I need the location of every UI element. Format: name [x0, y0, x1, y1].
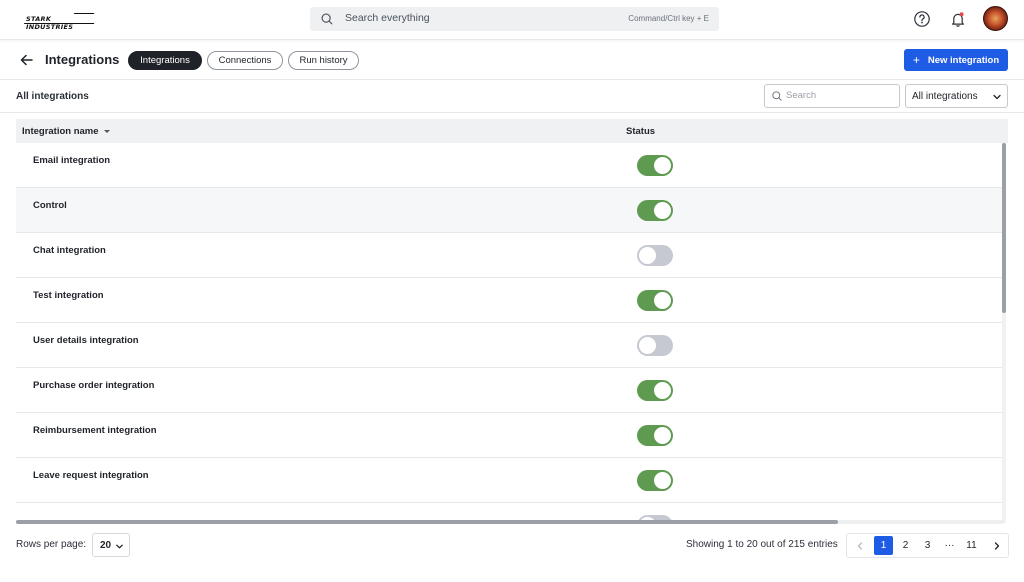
next-page-button[interactable] [987, 536, 1006, 555]
back-arrow-icon[interactable] [18, 52, 36, 68]
page-button-3[interactable]: 3 [918, 536, 937, 555]
chevron-left-icon [857, 541, 862, 550]
status-toggle[interactable] [637, 290, 673, 311]
plus-icon: + [912, 52, 920, 67]
table-row[interactable]: Control [16, 188, 1002, 233]
section-title: All integrations [16, 91, 89, 102]
pagination: 1 2 3 ··· 11 [846, 533, 1009, 558]
toggle-knob [654, 382, 671, 399]
new-integration-button[interactable]: + New integration [904, 49, 1008, 71]
table-search[interactable] [764, 84, 900, 108]
sort-down-icon [103, 129, 110, 133]
integration-name[interactable]: Email integration [33, 155, 110, 166]
search-icon [321, 13, 333, 25]
column-header-name-label: Integration name [22, 126, 99, 137]
integration-name[interactable]: Reimbursement integration [33, 425, 157, 436]
status-toggle[interactable] [637, 245, 673, 266]
status-toggle[interactable] [637, 335, 673, 356]
table-row[interactable]: Reimbursement integration [16, 413, 1002, 458]
integration-name[interactable]: Purchase order integration [33, 380, 154, 391]
search-icon [772, 91, 782, 101]
bell-icon[interactable] [947, 8, 969, 30]
integration-name[interactable]: Test integration [33, 290, 104, 301]
tab-integrations[interactable]: Integrations [128, 51, 202, 70]
page-button-11[interactable]: 11 [962, 536, 981, 555]
stark-industries-logo[interactable]: STARK INDUSTRIES [23, 13, 95, 31]
chevron-down-icon [116, 544, 123, 549]
table-row[interactable]: Email integration [16, 143, 1002, 188]
tab-connections[interactable]: Connections [207, 51, 283, 70]
entries-summary: Showing 1 to 20 out of 215 entries [686, 539, 838, 550]
filter-bar: All integrations All integrations [0, 80, 1024, 113]
status-toggle[interactable] [637, 470, 673, 491]
rows-per-page-label: Rows per page: [16, 539, 87, 550]
integration-name[interactable]: Leave request integration [33, 470, 149, 481]
toggle-knob [639, 337, 656, 354]
new-integration-label: New integration [927, 54, 1000, 66]
integration-filter-select[interactable]: All integrations [905, 84, 1008, 108]
toggle-knob [639, 247, 656, 264]
toggle-knob [654, 202, 671, 219]
rows-per-page-value: 20 [100, 540, 112, 551]
global-search[interactable]: Search everything Command/Ctrl key + E [310, 7, 719, 31]
status-toggle[interactable] [637, 155, 673, 176]
table-row[interactable]: Purchase order integration [16, 368, 1002, 413]
search-shortcut-hint: Command/Ctrl key + E [628, 14, 709, 23]
toggle-knob [654, 292, 671, 309]
page-header: Integrations Integrations Connections Ru… [0, 40, 1024, 80]
horizontal-scrollbar-thumb[interactable] [16, 520, 838, 524]
prev-page-button[interactable] [850, 536, 869, 555]
page-button-1[interactable]: 1 [874, 536, 893, 555]
integration-name[interactable]: User details integration [33, 335, 139, 346]
page-button-2[interactable]: 2 [896, 536, 915, 555]
table-row[interactable]: User details integration [16, 323, 1002, 368]
toggle-knob [654, 427, 671, 444]
logo-stripe [23, 23, 95, 25]
toggle-knob [654, 157, 671, 174]
table-search-input[interactable] [786, 90, 886, 101]
chevron-down-icon [993, 94, 1001, 100]
table-row[interactable]: Chat integration [16, 233, 1002, 278]
chevron-right-icon [994, 541, 999, 550]
rows-per-page-select[interactable]: 20 [92, 533, 130, 557]
tab-run-history[interactable]: Run history [288, 51, 359, 70]
page-ellipsis: ··· [944, 540, 955, 551]
table-header: Integration name Status [16, 119, 1008, 143]
column-header-name[interactable]: Integration name [22, 126, 110, 137]
integration-name[interactable]: Chat integration [33, 245, 106, 256]
integration-filter-value: All integrations [912, 91, 978, 102]
status-toggle[interactable] [637, 380, 673, 401]
horizontal-scrollbar[interactable] [16, 520, 1004, 524]
table-row[interactable]: Test integration [16, 278, 1002, 323]
table-row[interactable]: Leave request integration [16, 458, 1002, 503]
page-title: Integrations [45, 52, 120, 67]
status-toggle[interactable] [637, 425, 673, 446]
top-bar: STARK INDUSTRIES Search everything Comma… [0, 0, 1024, 40]
status-toggle[interactable] [637, 200, 673, 221]
toggle-knob [654, 472, 671, 489]
vertical-scrollbar-thumb[interactable] [1002, 143, 1006, 313]
integrations-table: Integration name Status Email integratio… [16, 119, 1008, 524]
global-search-placeholder: Search everything [345, 12, 430, 24]
integration-name[interactable]: Control [33, 200, 67, 211]
column-header-status: Status [626, 126, 656, 137]
help-icon[interactable] [911, 8, 933, 30]
user-avatar[interactable] [983, 6, 1008, 31]
vertical-scrollbar[interactable] [1002, 143, 1006, 523]
